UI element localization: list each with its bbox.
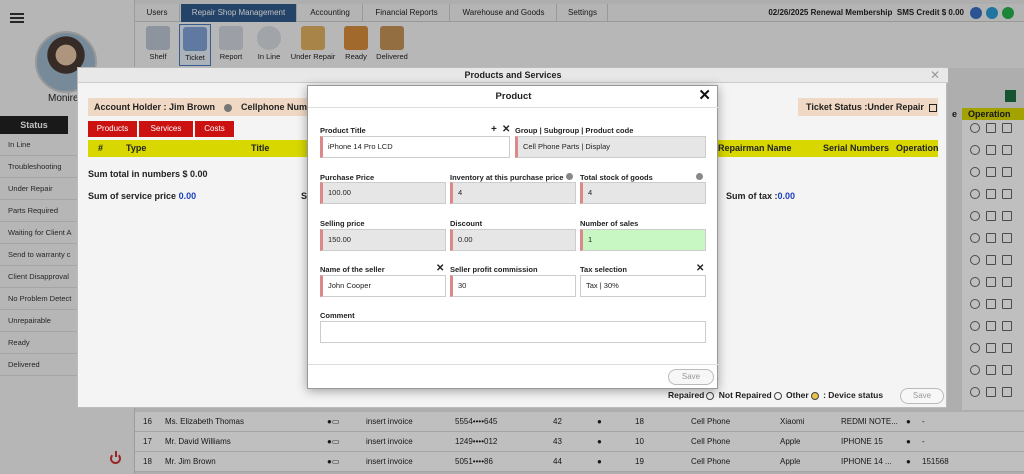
save-button[interactable]: Save [900,388,944,404]
clear-icon[interactable]: ✕ [502,124,510,135]
inventory-input[interactable]: 4 [450,182,576,204]
radio-other[interactable] [810,391,819,400]
info-icon[interactable] [223,103,232,112]
modal-title: Products and Services [78,68,948,83]
number-of-sales-input[interactable]: 1 [580,229,706,251]
total-stock-input[interactable]: 4 [580,182,706,204]
cellphone-label: Cellphone Numb [241,102,313,112]
tax-selection-input[interactable]: Tax | 30% [580,275,706,297]
seller-name-input[interactable]: John Cooper [320,275,446,297]
tab-products[interactable]: Products [88,121,138,137]
dialog-title: Product [308,86,719,108]
device-status-radios: Repaired Not Repaired Other : Device sta… [668,390,884,400]
product-title-input[interactable]: iPhone 14 Pro LCD [320,136,510,158]
selling-price-input[interactable]: 150.00 [320,229,446,251]
close-icon[interactable]: ✕ [698,87,711,105]
close-icon[interactable]: ✕ [930,68,940,82]
radio-repaired[interactable] [706,391,715,400]
clear-tax-icon[interactable]: ✕ [696,263,704,274]
product-dialog: Product ✕ Product Title + ✕ iPhone 14 Pr… [307,85,719,389]
radio-not-repaired[interactable] [773,391,782,400]
sum-tax: Sum of tax :0.00 [726,191,796,201]
tab-services[interactable]: Services [139,121,194,137]
sum-service: Sum of service price 0.00 [88,191,197,201]
group-input[interactable]: Cell Phone Parts | Display [515,136,706,158]
dialog-footer-divider [308,364,719,365]
sum-total: Sum total in numbers $ 0.00 [88,169,208,179]
comment-input[interactable] [320,321,706,343]
tab-costs[interactable]: Costs [195,121,235,137]
plus-icon[interactable]: + [491,124,497,135]
discount-input[interactable]: 0.00 [450,229,576,251]
profit-commission-input[interactable]: 30 [450,275,576,297]
external-link-icon[interactable] [929,103,938,112]
purchase-price-input[interactable]: 100.00 [320,182,446,204]
clear-seller-icon[interactable]: ✕ [436,263,444,274]
info-icon[interactable] [566,173,573,180]
save-button[interactable]: Save [668,369,714,385]
ticket-status: Ticket Status :Under Repair [798,98,938,116]
info-icon[interactable] [696,173,703,180]
